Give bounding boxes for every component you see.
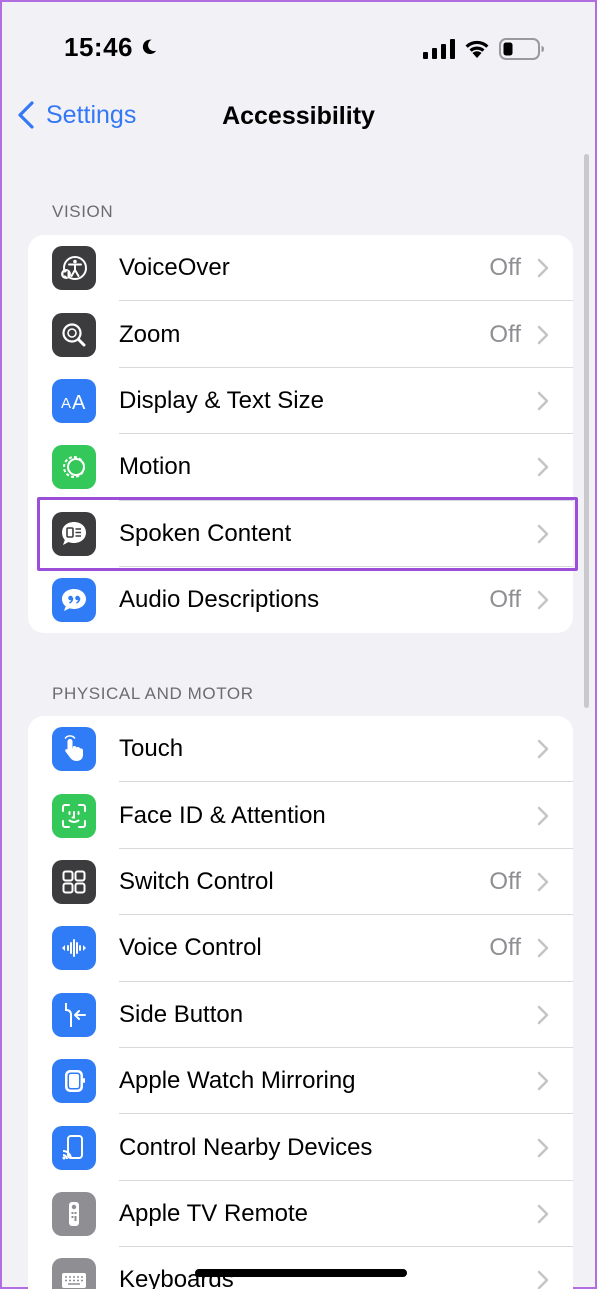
row-motion[interactable]: Motion — [28, 434, 573, 501]
svg-text:A: A — [72, 392, 86, 414]
row-label: Display & Text Size — [119, 386, 324, 414]
chevron-right-icon — [537, 806, 549, 825]
row-switch-control[interactable]: Switch Control Off — [28, 849, 573, 916]
row-value: Off — [489, 254, 521, 282]
chevron-right-icon — [537, 590, 549, 610]
spoken-content-icon — [52, 511, 96, 556]
row-display-text-size[interactable]: AA Display & Text Size — [28, 368, 573, 435]
scroll-indicator[interactable] — [584, 154, 589, 708]
page-title: Accessibility — [222, 102, 375, 130]
row-face-id-attention[interactable]: Face ID & Attention — [28, 782, 573, 849]
row-label: Motion — [119, 453, 192, 481]
wifi-icon — [465, 40, 489, 58]
navigation-bar: Settings Accessibility — [2, 94, 595, 144]
row-touch[interactable]: Touch — [28, 716, 573, 783]
row-label: Switch Control — [119, 867, 274, 895]
row-spoken-content[interactable]: Spoken Content — [28, 501, 573, 567]
chevron-right-icon — [537, 1204, 549, 1224]
motion-icon — [52, 445, 96, 490]
chevron-right-icon — [537, 739, 549, 759]
apple-watch-icon — [52, 1059, 96, 1104]
row-label: Apple TV Remote — [119, 1199, 308, 1227]
voice-control-icon — [52, 926, 96, 971]
voiceover-icon — [52, 246, 96, 291]
audio-descriptions-icon — [52, 578, 96, 623]
nearby-devices-icon — [52, 1125, 96, 1170]
row-value: Off — [489, 320, 521, 348]
row-label: Apple Watch Mirroring — [119, 1067, 356, 1095]
cellular-signal-icon — [423, 39, 455, 59]
tv-remote-icon — [52, 1191, 96, 1236]
row-label: Zoom — [119, 320, 181, 348]
row-apple-tv-remote[interactable]: Apple TV Remote — [28, 1181, 573, 1248]
chevron-right-icon — [537, 258, 549, 278]
display-text-size-icon: AA — [52, 378, 96, 423]
row-audio-descriptions[interactable]: Audio Descriptions Off — [28, 567, 573, 633]
physical-motor-group: Touch Face ID & Attention Switch Control… — [28, 716, 573, 1289]
home-indicator[interactable] — [195, 1269, 407, 1277]
touch-icon — [52, 727, 96, 772]
row-value: Off — [489, 586, 521, 614]
status-bar: 15:46 — [2, 2, 595, 94]
chevron-right-icon — [537, 458, 549, 477]
side-button-icon — [52, 992, 96, 1037]
chevron-right-icon — [537, 1071, 549, 1091]
row-label: Touch — [119, 735, 184, 763]
chevron-right-icon — [537, 1271, 549, 1289]
row-label: Face ID & Attention — [119, 801, 326, 829]
row-voiceover[interactable]: VoiceOver Off — [28, 235, 573, 302]
switch-control-icon — [52, 859, 96, 904]
svg-text:A: A — [61, 395, 71, 412]
row-value: Off — [489, 867, 521, 895]
row-apple-watch-mirroring[interactable]: Apple Watch Mirroring — [28, 1048, 573, 1115]
status-time: 15:46 — [64, 32, 133, 62]
face-id-icon — [52, 793, 96, 838]
vision-group: VoiceOver Off Zoom Off AA Display & Text… — [28, 235, 573, 634]
battery-icon — [499, 38, 544, 60]
chevron-right-icon — [537, 872, 549, 892]
moon-icon — [142, 39, 157, 55]
chevron-right-icon — [537, 939, 549, 958]
chevron-right-icon — [537, 1005, 549, 1024]
row-label: Side Button — [119, 1000, 244, 1028]
row-side-button[interactable]: Side Button — [28, 982, 573, 1048]
keyboard-icon — [52, 1258, 96, 1289]
row-zoom[interactable]: Zoom Off — [28, 301, 573, 368]
row-label: Control Nearby Devices — [119, 1133, 373, 1161]
chevron-right-icon — [537, 391, 549, 411]
section-header-physical-motor: PHYSICAL AND MOTOR — [52, 684, 254, 703]
chevron-right-icon — [537, 524, 549, 543]
row-label: Spoken Content — [119, 519, 292, 547]
row-value: Off — [489, 934, 521, 962]
row-voice-control[interactable]: Voice Control Off — [28, 915, 573, 982]
chevron-right-icon — [537, 1138, 549, 1157]
row-label: Voice Control — [119, 934, 262, 962]
row-label: Audio Descriptions — [119, 586, 320, 614]
row-control-nearby-devices[interactable]: Control Nearby Devices — [28, 1114, 573, 1181]
zoom-icon — [52, 312, 96, 357]
section-header-vision: VISION — [52, 202, 114, 221]
chevron-right-icon — [537, 325, 549, 344]
row-label: VoiceOver — [119, 254, 230, 282]
